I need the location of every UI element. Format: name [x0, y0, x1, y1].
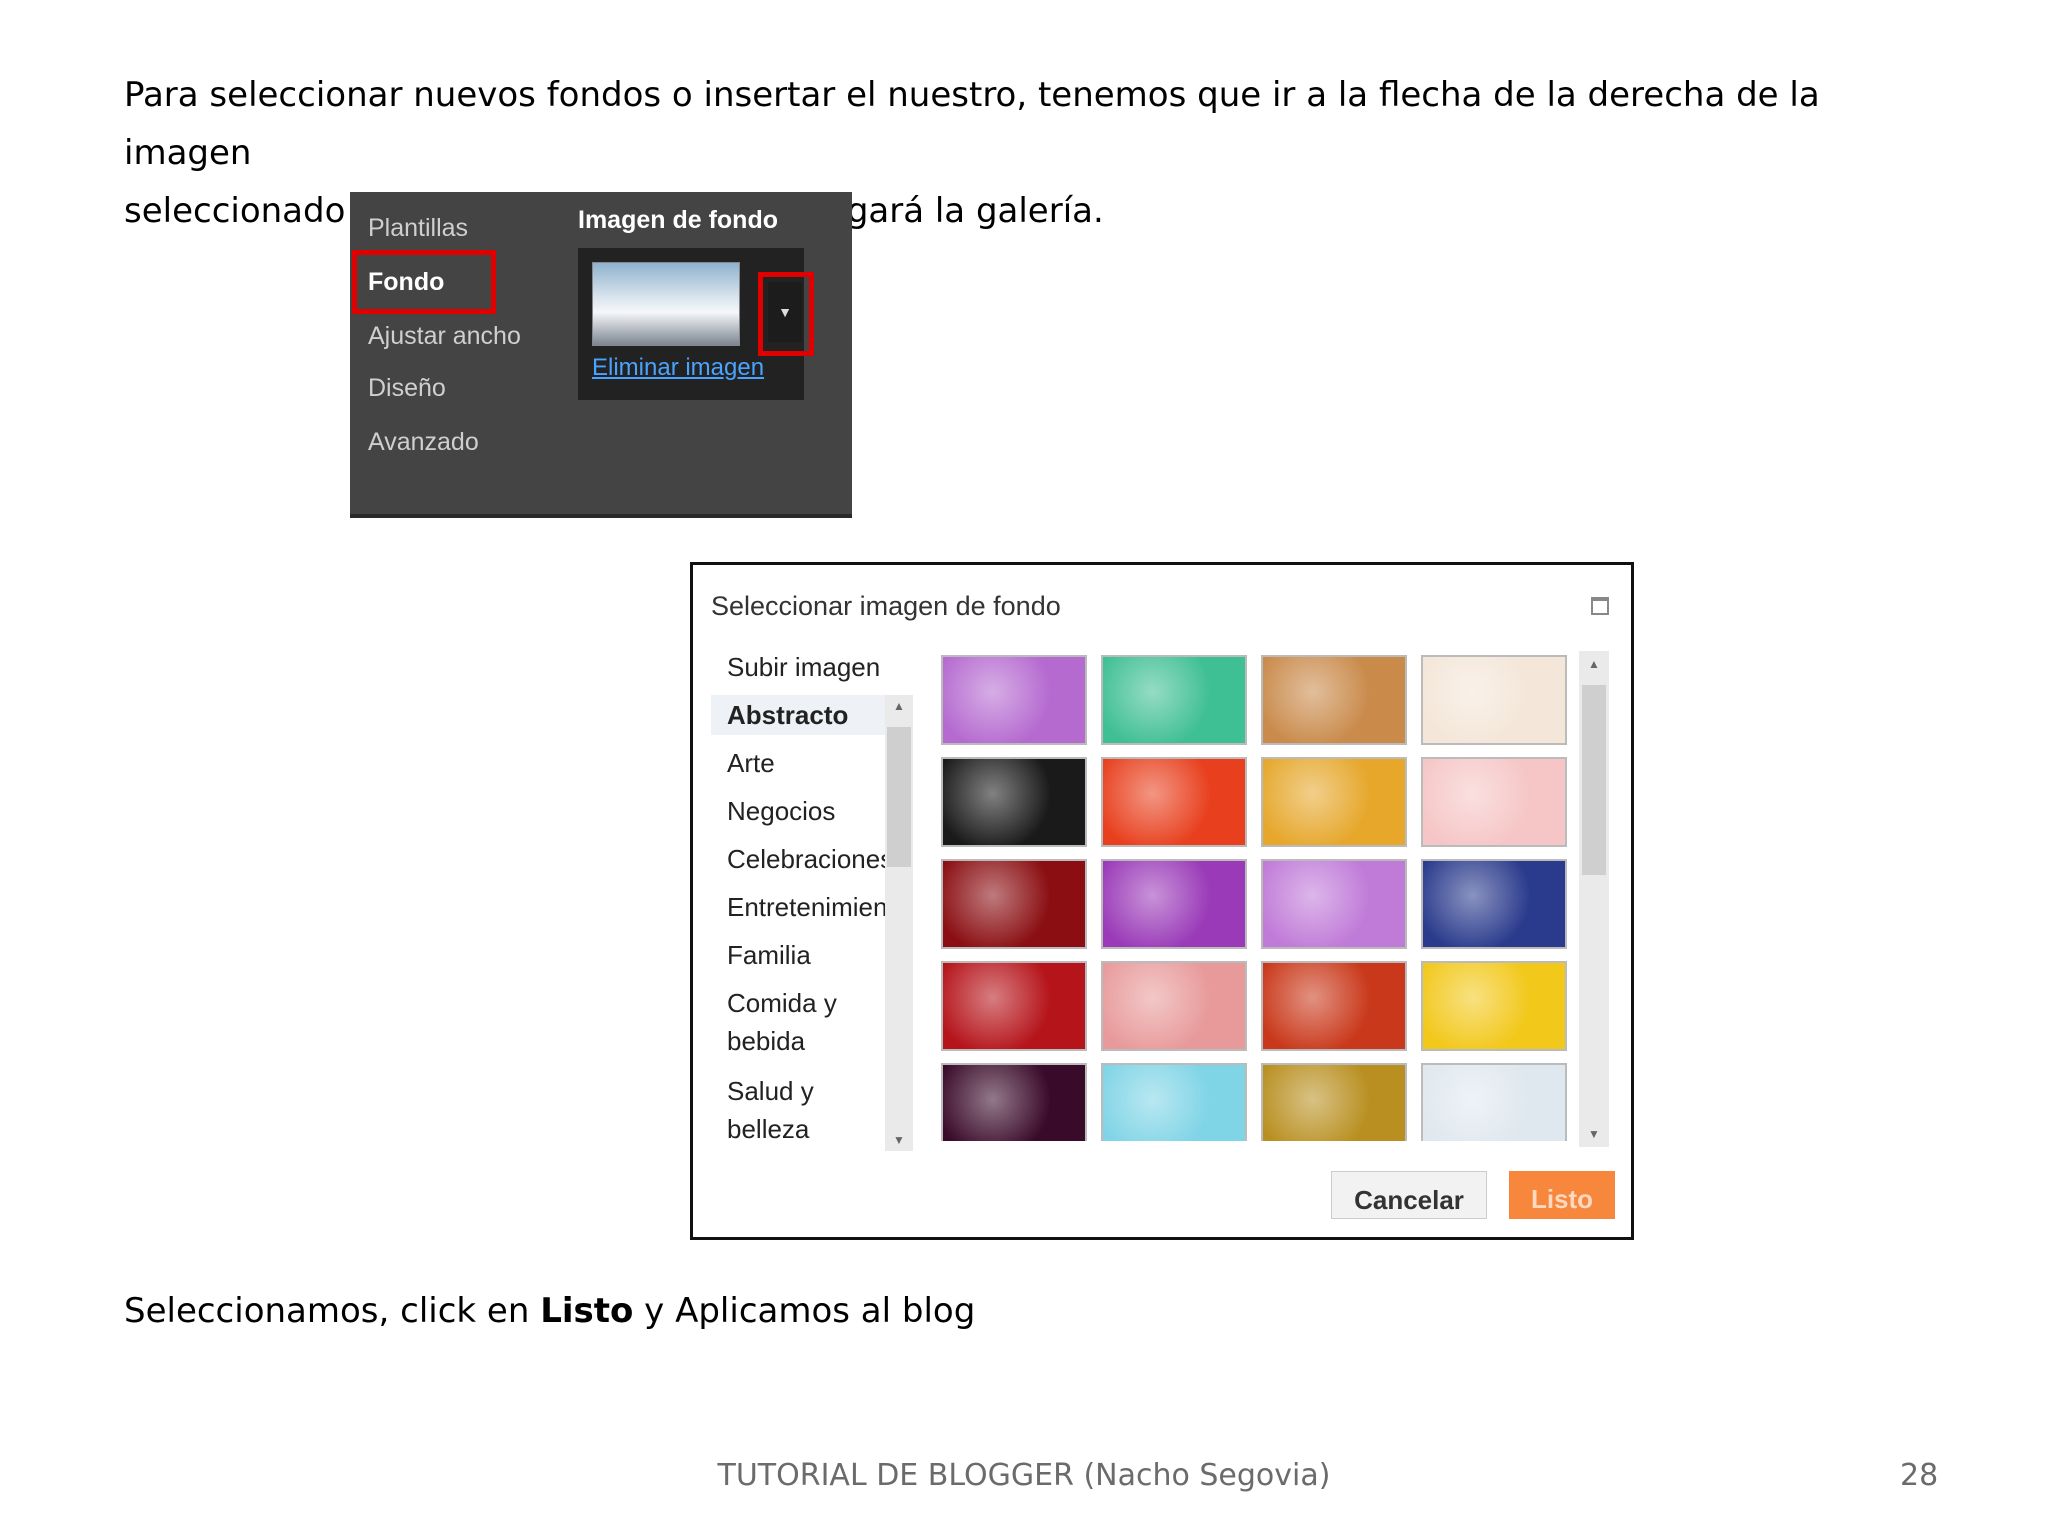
category-item[interactable]: Salud y [727, 1071, 885, 1111]
upload-image-link[interactable]: Subir imagen [727, 647, 885, 687]
dialog-title: Seleccionar imagen de fondo [711, 591, 1061, 621]
footer-title: TUTORIAL DE BLOGGER (Nacho Segovia) [717, 1458, 1331, 1493]
background-thumbnail[interactable] [1101, 757, 1247, 847]
background-thumbnail[interactable] [1421, 859, 1567, 949]
background-thumbnail[interactable] [1261, 655, 1407, 745]
background-thumbnail[interactable] [941, 1063, 1087, 1141]
current-background-thumbnail[interactable] [592, 262, 740, 346]
maximize-icon[interactable] [1591, 597, 1609, 615]
category-item[interactable]: belleza [727, 1109, 885, 1149]
category-item[interactable]: Comida y [727, 983, 885, 1023]
background-thumbnail[interactable] [1101, 961, 1247, 1051]
category-item[interactable]: Arte [727, 743, 885, 783]
outro-text-before: Seleccionamos, click en [124, 1291, 541, 1331]
category-item[interactable]: Celebraciones [727, 839, 885, 879]
background-thumbnail[interactable] [941, 961, 1087, 1051]
fondo-highlight-box [352, 250, 496, 314]
background-thumbnail[interactable] [1261, 1063, 1407, 1141]
scroll-up-icon[interactable]: ▲ [1579, 657, 1609, 671]
category-abstracto[interactable]: Abstracto [711, 695, 885, 735]
gallery-scrollbar[interactable]: ▲ ▼ [1579, 651, 1609, 1147]
scroll-down-icon[interactable]: ▼ [885, 1133, 913, 1147]
scroll-up-icon[interactable]: ▲ [885, 699, 913, 713]
background-thumbnail[interactable] [1421, 757, 1567, 847]
outro-bold-listo: Listo [540, 1291, 634, 1331]
background-thumbnail[interactable] [1421, 655, 1567, 745]
intro-line-1: Para seleccionar nuevos fondos o inserta… [124, 75, 1820, 173]
background-thumbnail[interactable] [1261, 859, 1407, 949]
scroll-down-icon[interactable]: ▼ [1579, 1127, 1609, 1141]
remove-image-link[interactable]: Eliminar imagen [592, 354, 764, 382]
category-item[interactable]: Familia [727, 935, 885, 975]
nav-item-ajustar-ancho[interactable]: Ajustar ancho [368, 322, 521, 351]
category-item[interactable]: Entretenimiento [727, 887, 885, 927]
background-thumbnail[interactable] [1421, 961, 1567, 1051]
category-scrollbar[interactable]: ▲ ▼ [885, 695, 913, 1151]
outro-paragraph: Seleccionamos, click en Listo y Aplicamo… [124, 1282, 1944, 1340]
category-item[interactable]: Negocios [727, 791, 885, 831]
background-thumbnail[interactable] [1101, 859, 1247, 949]
background-gallery-dialog: Seleccionar imagen de fondo Subir imagen… [690, 562, 1634, 1240]
background-thumbnail[interactable] [1261, 961, 1407, 1051]
cancel-button[interactable]: Cancelar [1331, 1171, 1487, 1219]
done-button[interactable]: Listo [1509, 1171, 1615, 1219]
background-thumbnail[interactable] [941, 655, 1087, 745]
nav-item-avanzado[interactable]: Avanzado [368, 428, 479, 457]
arrow-highlight-box [758, 272, 814, 356]
nav-item-diseno[interactable]: Diseño [368, 374, 446, 403]
background-thumbnail[interactable] [1101, 1063, 1247, 1141]
background-thumbnail[interactable] [1261, 757, 1407, 847]
designer-panel-screenshot: Plantillas Fondo Ajustar ancho Diseño Av… [350, 192, 852, 518]
background-thumbnail-grid [941, 655, 1577, 1141]
background-thumbnail[interactable] [941, 859, 1087, 949]
page-number: 28 [1900, 1458, 1939, 1493]
background-thumbnail[interactable] [941, 757, 1087, 847]
outro-text-after: y Aplicamos al blog [633, 1291, 976, 1331]
scroll-thumb[interactable] [887, 727, 911, 867]
background-image-title: Imagen de fondo [578, 206, 778, 234]
background-thumbnail[interactable] [1101, 655, 1247, 745]
nav-item-plantillas[interactable]: Plantillas [368, 214, 468, 243]
scroll-thumb[interactable] [1582, 685, 1606, 875]
background-thumbnail[interactable] [1421, 1063, 1567, 1141]
category-item[interactable]: bebida [727, 1021, 885, 1061]
